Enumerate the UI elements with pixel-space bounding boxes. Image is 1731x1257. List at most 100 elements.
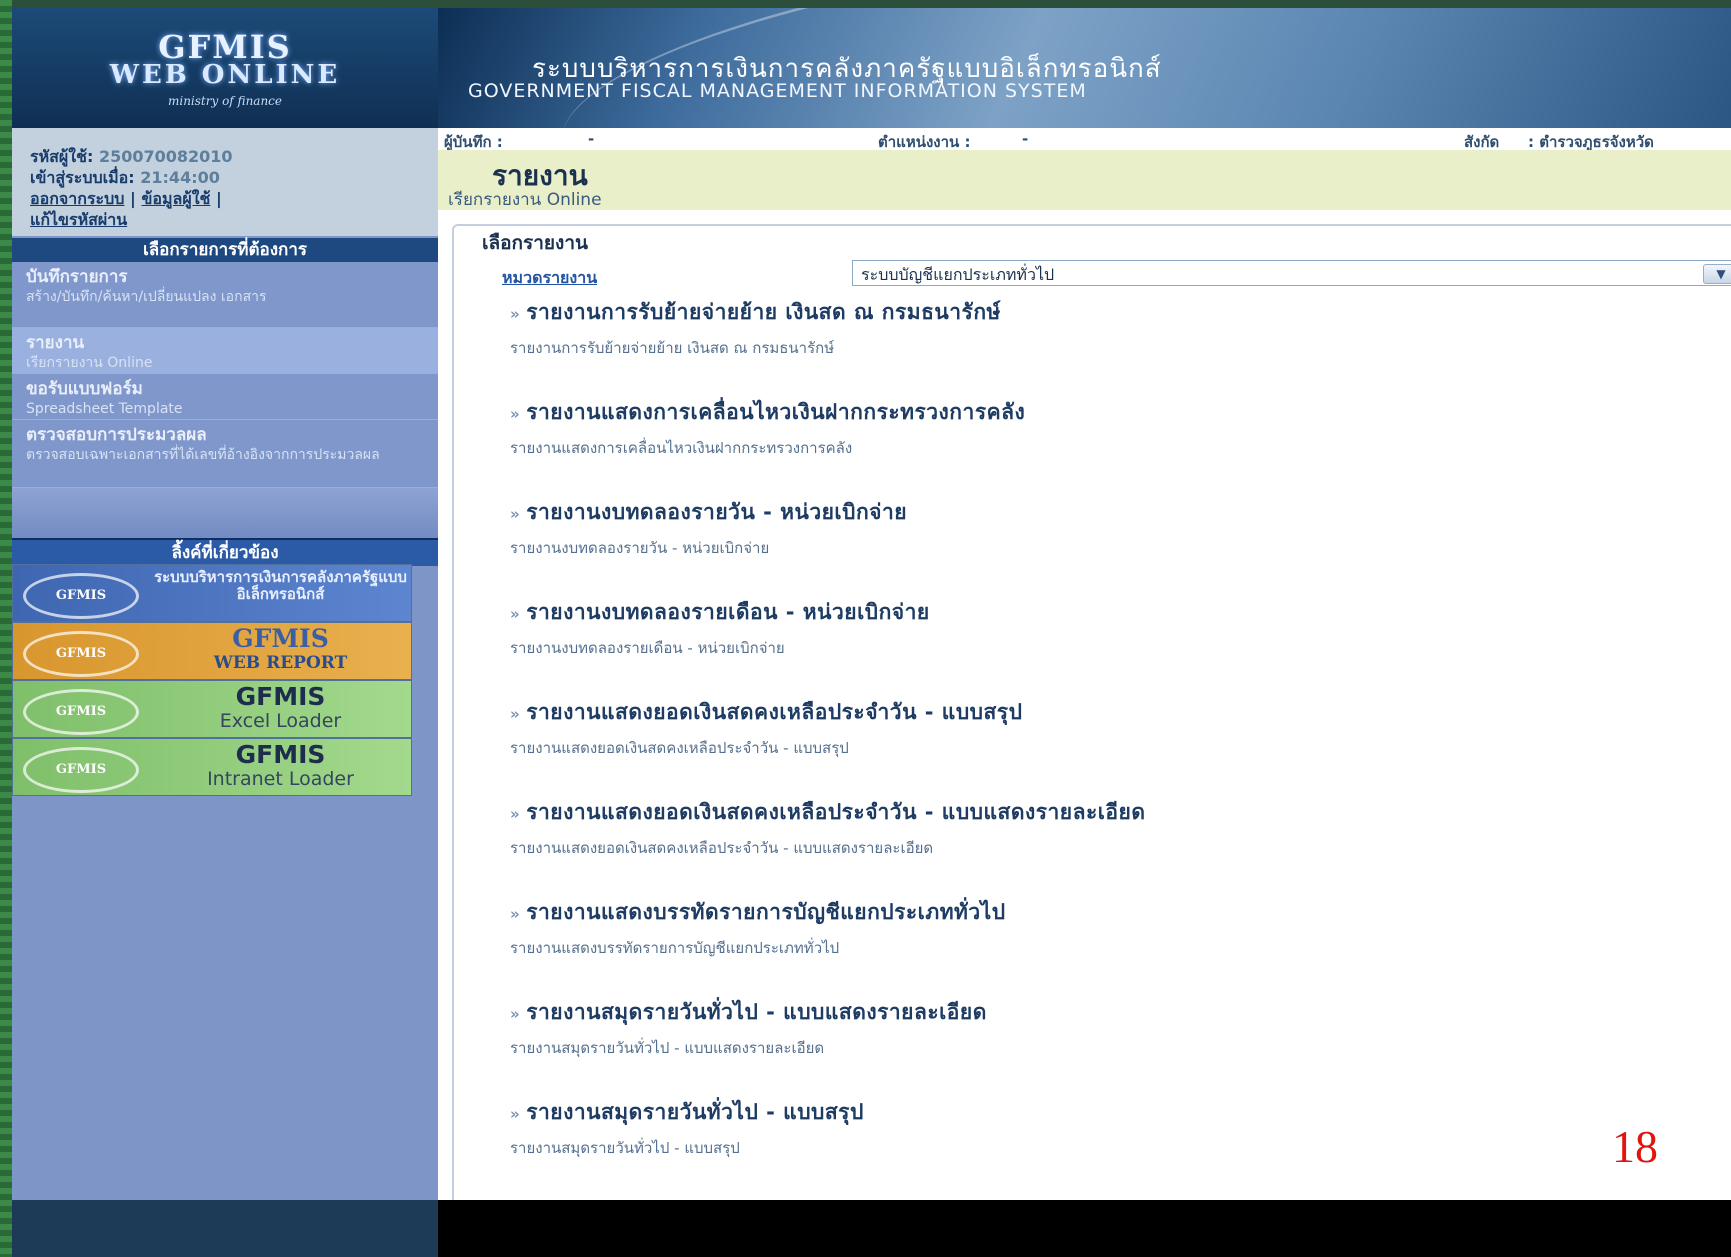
header-banner: ระบบบริหารการเงินการคลังภาครัฐแบบอิเล็กท… (438, 8, 1731, 128)
double-chevron-right-icon: » (510, 705, 521, 723)
menu-item-report[interactable]: รายงาน เรียกรายงาน Online (12, 328, 438, 374)
gfmis-web-report-link[interactable]: GFMIS GFMIS WEB REPORT (12, 622, 412, 680)
double-chevron-right-icon: » (510, 1005, 521, 1023)
report-title[interactable]: รายงานการรับย้ายจ่ายย้าย เงินสด ณ กรมธนา… (526, 300, 1001, 324)
menu-item-label: ตรวจสอบการประมวลผล (26, 425, 207, 445)
report-description: รายงานแสดงบรรทัดรายการบัญชีแยกประเภททั่ว… (510, 939, 840, 957)
gfmis-excel-loader-link[interactable]: GFMIS GFMIS Excel Loader (12, 680, 412, 738)
gfmis-badge-icon: GFMIS (23, 747, 139, 793)
report-title[interactable]: รายงานงบทดลองรายวัน - หน่วยเบิกจ่าย (526, 500, 907, 524)
link-subtitle: Intranet Loader (207, 768, 354, 790)
report-title[interactable]: รายงานงบทดลองรายเดือน - หน่วยเบิกจ่าย (526, 600, 930, 624)
double-chevron-right-icon: » (510, 605, 521, 623)
report-item[interactable]: » รายงานสมุดรายวันทั่วไป - แบบสรุป รายงาน… (510, 1096, 864, 1160)
chevron-down-icon[interactable]: ▼ (1703, 264, 1731, 284)
user-id-label: รหัสผู้ใช้: (30, 147, 94, 166)
report-title[interactable]: รายงานสมุดรายวันทั่วไป - แบบแสดงรายละเอี… (526, 1000, 987, 1024)
report-item[interactable]: » รายงานงบทดลองรายวัน - หน่วยเบิกจ่าย ราย… (510, 496, 907, 560)
banner-title-english: GOVERNMENT FISCAL MANAGEMENT INFORMATION… (468, 80, 1087, 102)
menu-item-sublabel: Spreadsheet Template (26, 401, 183, 417)
report-category-value: ระบบบัญชีแยกประเภททั่วไป (861, 265, 1055, 284)
main-content: เลือกรายงาน หมวดรายงาน ระบบบัญชีแยกประเภ… (438, 210, 1731, 1208)
link-label: GFMIS Intranet Loader (153, 740, 408, 791)
menu-item-label: รายงาน (26, 333, 85, 353)
link-title: GFMIS (235, 740, 326, 769)
menu-item-label: ขอรับแบบฟอร์ม (26, 379, 143, 399)
footer-left-bar (12, 1200, 438, 1257)
menu-item-label: บันทึกรายการ (26, 267, 128, 287)
page-subtitle: เรียกรายงาน Online (448, 190, 602, 210)
login-time-row: เข้าสู่ระบบเมื่อ: 21:44:00 (30, 167, 428, 188)
report-item[interactable]: » รายงานงบทดลองรายเดือน - หน่วยเบิกจ่าย ร… (510, 596, 930, 660)
double-chevron-right-icon: » (510, 405, 521, 423)
report-title[interactable]: รายงานสมุดรายวันทั่วไป - แบบสรุป (526, 1100, 864, 1124)
link-separator: | (130, 189, 142, 208)
link-separator: | (215, 189, 222, 208)
report-title[interactable]: รายงานแสดงการเคลื่อนไหวเงินฝากกระทรวงการ… (526, 400, 1025, 424)
user-id-row: รหัสผู้ใช้: 250070082010 (30, 146, 428, 167)
user-info-link[interactable]: ข้อมูลผู้ใช้ (141, 189, 210, 208)
report-item[interactable]: » รายงานแสดงยอดเงินสดคงเหลือประจำวัน - แบ… (510, 696, 1022, 760)
link-label: GFMIS Excel Loader (153, 682, 408, 733)
gfmis-badge-icon: GFMIS (23, 573, 139, 619)
report-selection-legend: เลือกรายงาน (478, 228, 592, 258)
logo-line3: ministry of finance (167, 94, 282, 108)
report-item[interactable]: » รายงานการรับย้ายจ่ายย้าย เงินสด ณ กรมธน… (510, 296, 1001, 360)
position-value: - (1022, 130, 1029, 148)
link-title: GFMIS (235, 682, 326, 711)
slide-left-stripe (0, 0, 12, 1257)
link-subtitle: Excel Loader (219, 710, 342, 732)
report-description: รายงานสมุดรายวันทั่วไป - แบบแสดงรายละเอี… (510, 1039, 825, 1057)
menu-section-title: เลือกรายการที่ต้องการ (12, 238, 438, 262)
report-title[interactable]: รายงานแสดงยอดเงินสดคงเหลือประจำวัน - แบบ… (526, 700, 1022, 724)
report-category-label[interactable]: หมวดรายงาน (502, 266, 597, 291)
user-id-value: 250070082010 (98, 147, 233, 166)
menu-item-sublabel: สร้าง/บันทึก/ค้นหา/เปลี่ยนแปลง เอกสาร (26, 289, 267, 305)
report-item[interactable]: » รายงานแสดงยอดเงินสดคงเหลือประจำวัน - แบ… (510, 796, 1146, 860)
user-info-panel: รหัสผู้ใช้: 250070082010 เข้าสู่ระบบเมื่… (12, 128, 438, 236)
gfmis-badge-icon: GFMIS (23, 689, 139, 735)
gfmis-intranet-loader-link[interactable]: GFMIS GFMIS Intranet Loader (12, 738, 412, 796)
report-category-select[interactable]: ระบบบัญชีแยกประเภททั่วไป ▼ (852, 260, 1731, 286)
report-description: รายงานแสดงการเคลื่อนไหวเงินฝากกระทรวงการ… (510, 439, 853, 457)
gfmis-badge-icon: GFMIS (23, 631, 139, 677)
link-title: GFMIS (232, 624, 329, 653)
menu-item-sublabel: เรียกรายงาน Online (26, 355, 153, 371)
gfmis-system-link[interactable]: GFMIS ระบบบริหารการเงินการคลังภาครัฐแบบอ… (12, 564, 412, 622)
user-links-row: ออกจากระบบ | ข้อมูลผู้ใช้ | (30, 188, 428, 209)
related-links-title: ลิ้งค์ที่เกี่ยวข้อง (12, 538, 438, 566)
link-subtitle: WEB REPORT (213, 653, 348, 673)
logout-link[interactable]: ออกจากระบบ (30, 189, 124, 208)
change-password-link[interactable]: แก้ไขรหัสผ่าน (30, 210, 127, 229)
gfmis-logo[interactable]: GFMIS WEB ONLINE ministry of finance (12, 8, 438, 128)
report-description: รายงานงบทดลองรายเดือน - หน่วยเบิกจ่าย (510, 639, 785, 657)
login-time-label: เข้าสู่ระบบเมื่อ: (30, 168, 135, 187)
report-description: รายงานแสดงยอดเงินสดคงเหลือประจำวัน - แบบ… (510, 839, 934, 857)
report-description: รายงานงบทดลองรายวัน - หน่วยเบิกจ่าย (510, 539, 770, 557)
report-description: รายงานแสดงยอดเงินสดคงเหลือประจำวัน - แบบ… (510, 739, 849, 757)
double-chevron-right-icon: » (510, 805, 521, 823)
report-title[interactable]: รายงานแสดงบรรทัดรายการบัญชีแยกประเภททั่ว… (526, 900, 1005, 924)
app-window: GFMIS WEB ONLINE ministry of finance ระบ… (12, 0, 1731, 1257)
menu-item-record[interactable]: บันทึกรายการ สร้าง/บันทึก/ค้นหา/เปลี่ยนแ… (12, 262, 438, 328)
report-item[interactable]: » รายงานแสดงบรรทัดรายการบัญชีแยกประเภททั่… (510, 896, 1006, 960)
double-chevron-right-icon: » (510, 1105, 521, 1123)
menu-item-form[interactable]: ขอรับแบบฟอร์ม Spreadsheet Template (12, 374, 438, 420)
report-selection-group: เลือกรายงาน หมวดรายงาน ระบบบัญชีแยกประเภ… (452, 224, 1731, 1208)
left-sidebar: รหัสผู้ใช้: 250070082010 เข้าสู่ระบบเมื่… (12, 128, 438, 1200)
report-title[interactable]: รายงานแสดงยอดเงินสดคงเหลือประจำวัน - แบบ… (526, 800, 1145, 824)
login-time-value: 21:44:00 (140, 168, 220, 187)
menu-item-verify[interactable]: ตรวจสอบการประมวลผล ตรวจสอบเฉพาะเอกสารที่… (12, 420, 438, 488)
report-description: รายงานสมุดรายวันทั่วไป - แบบสรุป (510, 1139, 740, 1157)
slide-page-number: 18 (1612, 1121, 1658, 1172)
report-description: รายงานการรับย้ายจ่ายย้าย เงินสด ณ กรมธนา… (510, 339, 835, 357)
report-item[interactable]: » รายงานสมุดรายวันทั่วไป - แบบแสดงรายละเอ… (510, 996, 987, 1060)
menu-item-sublabel: ตรวจสอบเฉพาะเอกสารที่ได้เลขที่อ้างอิงจาก… (26, 447, 380, 463)
top-edge (12, 0, 1731, 8)
double-chevron-right-icon: » (510, 505, 521, 523)
report-item[interactable]: » รายงานแสดงการเคลื่อนไหวเงินฝากกระทรวงกา… (510, 396, 1025, 460)
link-label: GFMIS WEB REPORT (153, 624, 408, 675)
change-password-row: แก้ไขรหัสผ่าน (30, 209, 428, 230)
link-label: ระบบบริหารการเงินการคลังภาครัฐแบบอิเล็กท… (154, 568, 407, 603)
record-meta-bar: ผู้บันทึก : - ตำแหน่งงาน : - สังกัด : ตำ… (438, 128, 1731, 151)
